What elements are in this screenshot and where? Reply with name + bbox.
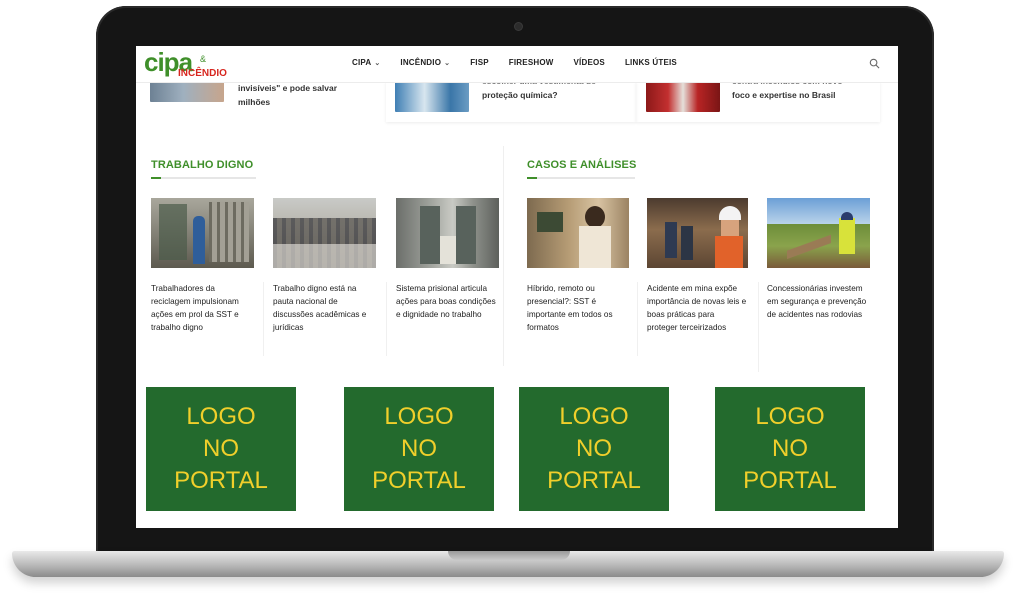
ad-text: NO [401,435,437,462]
top-article-card[interactable]: contra incêndios com novo foco e experti… [636,76,880,122]
nav-item-cipa[interactable]: CIPA ⌄ [352,58,380,67]
ad-text: NO [772,435,808,462]
article-title[interactable]: Híbrido, remoto ou presencial?: SST é im… [527,282,627,334]
section-underline [151,177,256,179]
article-title[interactable]: Sistema prisional articula ações para bo… [396,282,496,321]
article-thumbnail [395,82,469,112]
chevron-down-icon: ⌄ [374,59,381,67]
section-title-trabalho-digno[interactable]: TRABALHO DIGNO [151,159,253,171]
article-image[interactable] [396,198,499,268]
site-header: cipa & INCÊNDIO CIPA ⌄ INCÊNDIO ⌄ FISP F… [136,46,898,83]
article-title[interactable]: Trabalhadores da reciclagem impulsionam … [151,282,251,334]
article-thumbnail [646,82,720,112]
article-title[interactable]: Concessionárias investem em segurança e … [767,282,867,321]
nav-item-fireshow[interactable]: FIRESHOW [509,58,554,67]
ad-logo-box[interactable]: LOGO NO PORTAL [344,387,494,511]
nav-label: INCÊNDIO [400,58,442,67]
ad-text: NO [203,435,239,462]
nav-item-videos[interactable]: VÍDEOS [574,58,605,67]
card-separator [758,282,759,372]
article-image[interactable] [527,198,629,268]
article-title: invisíveis" e pode salvar milhões [238,83,337,107]
laptop-notch [448,551,570,560]
webcam [515,23,522,30]
ad-text: PORTAL [372,467,466,494]
article-image[interactable] [767,198,870,268]
article-image[interactable] [273,198,376,268]
ad-logo-box[interactable]: LOGO NO PORTAL [146,387,296,511]
nav-label: CIPA [352,58,372,67]
browser-viewport: cipa & INCÊNDIO CIPA ⌄ INCÊNDIO ⌄ FISP F… [136,46,898,528]
top-article-card[interactable]: invisíveis" e pode salvar milhões [150,82,380,122]
article-title[interactable]: Trabalho digno está na pauta nacional de… [273,282,373,334]
nav-label: FIRESHOW [508,58,554,67]
article-image[interactable] [151,198,254,268]
nav-label: LINKS ÚTEIS [624,58,677,67]
ad-text: LOGO [186,403,256,430]
card-separator [637,282,638,356]
logo-incendio-text: INCÊNDIO [178,68,227,79]
nav-item-links-uteis[interactable]: LINKS ÚTEIS [625,58,677,67]
site-logo[interactable]: cipa & INCÊNDIO [144,48,234,82]
article-image[interactable] [647,198,748,268]
card-separator [263,282,264,356]
search-icon[interactable] [869,58,880,69]
ad-text: NO [576,435,612,462]
main-nav: CIPA ⌄ INCÊNDIO ⌄ FISP FIRESHOW VÍDEOS L… [352,58,697,67]
ad-logo-box[interactable]: LOGO NO PORTAL [519,387,669,511]
top-articles-row: invisíveis" e pode salvar milhões escolh… [136,76,898,126]
section-title-casos-analises[interactable]: CASOS E ANÁLISES [527,159,636,171]
ad-text: LOGO [755,403,825,430]
chevron-down-icon: ⌄ [444,59,451,67]
ad-text: LOGO [559,403,629,430]
nav-item-incendio[interactable]: INCÊNDIO ⌄ [400,58,450,67]
section-underline [527,177,635,179]
article-thumbnail [150,82,224,102]
ad-text: LOGO [384,403,454,430]
nav-label: VÍDEOS [573,58,605,67]
column-divider [503,146,504,366]
ad-text: PORTAL [174,467,268,494]
article-title[interactable]: Acidente em mina expõe importância de no… [647,282,747,334]
top-article-card[interactable]: escolher uma vestimenta de proteção quím… [386,76,636,122]
ad-logo-box[interactable]: LOGO NO PORTAL [715,387,865,511]
ad-text: PORTAL [547,467,641,494]
logo-ampersand: & [200,54,207,64]
ad-text: PORTAL [743,467,837,494]
nav-label: FISP [470,58,489,67]
card-separator [386,282,387,356]
nav-item-fisp[interactable]: FISP [470,58,489,67]
